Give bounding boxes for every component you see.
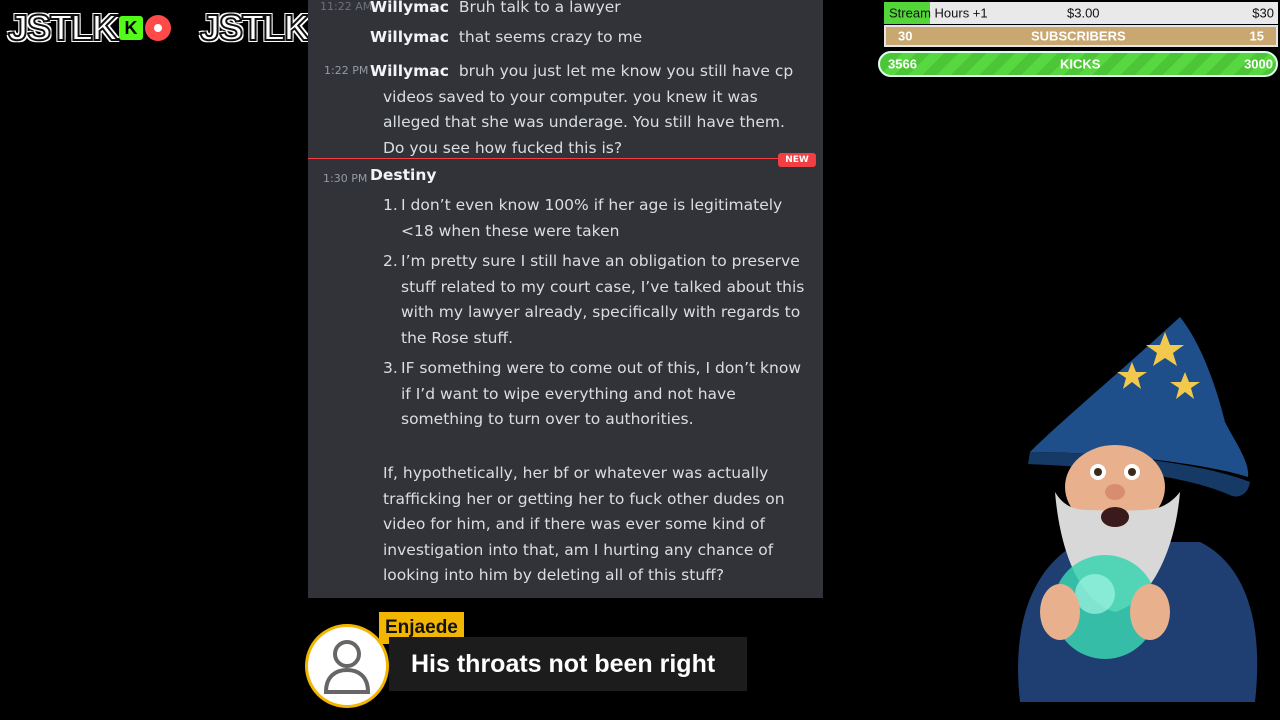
message-text: alleged that she was underage. You still…	[383, 113, 785, 131]
message-timestamp: 11:22 AM	[320, 0, 373, 13]
list-number: 2.	[383, 252, 398, 270]
goal-target: 15	[1249, 28, 1264, 44]
goal-amount: $3.00	[1067, 5, 1100, 21]
user-icon	[323, 640, 371, 694]
new-badge: NEW	[778, 153, 816, 167]
kick-logo-text: JSTLK	[7, 6, 119, 49]
twitter-logo-text: JSTLK	[199, 6, 311, 49]
stream-hours-goal-bar: Stream Hours +1 $3.00 $30	[884, 2, 1278, 24]
caption-text: His throats not been right	[389, 637, 747, 691]
goal-target: $30	[1252, 5, 1274, 21]
message-author[interactable]: Destiny	[370, 166, 436, 184]
kick-icon: K	[119, 16, 144, 40]
list-item: 1. I don’t even know 100% if her age is …	[383, 193, 813, 244]
kicks-goal-bar: 3566 KICKS 3000	[878, 51, 1278, 77]
list-item: 2. I’m pretty sure I still have an oblig…	[383, 249, 813, 351]
list-text: I don’t even know 100% if her age is leg…	[401, 196, 783, 240]
avatar	[305, 624, 389, 708]
goal-label: Stream Hours +1	[889, 5, 988, 21]
goal-target: 3000	[1244, 56, 1273, 72]
list-text: IF something were to come out of this, I…	[401, 359, 802, 428]
live-icon	[145, 15, 172, 41]
message-text: bruh you just let me know you still have…	[458, 62, 794, 80]
subscribers-goal-bar: 30 SUBSCRIBERS 15	[884, 25, 1278, 47]
wizard-mascot	[1018, 317, 1258, 702]
list-number: 1.	[383, 196, 398, 214]
chat-message: Willymac Bruh talk to a lawyer	[370, 0, 621, 16]
message-text: Do you see how fucked this is?	[383, 138, 623, 157]
new-messages-divider	[308, 158, 783, 159]
message-timestamp: 1:30 PM	[323, 172, 368, 185]
goal-label: SUBSCRIBERS	[1031, 28, 1126, 44]
goal-current: 30	[898, 28, 913, 44]
message-text: videos saved to your computer. you knew …	[383, 87, 758, 106]
kick-logo: JSTLK K	[7, 6, 172, 49]
message-paragraph: If, hypothetically, her bf or whatever w…	[383, 464, 785, 584]
message-author[interactable]: Willymac	[370, 62, 449, 80]
message-author[interactable]: Willymac	[370, 0, 449, 16]
message-author[interactable]: Willymac	[370, 28, 449, 46]
list-number: 3.	[383, 359, 398, 377]
message-list: 1. I don’t even know 100% if her age is …	[383, 193, 813, 438]
message-text: Bruh talk to a lawyer	[458, 0, 621, 16]
discord-chat-panel: 11:22 AM Willymac Bruh talk to a lawyer …	[308, 0, 823, 598]
chat-message: Willymac that seems crazy to me	[370, 28, 642, 46]
chat-message: Willymac bruh you just let me know you s…	[370, 59, 810, 161]
message-text: that seems crazy to me	[458, 28, 643, 46]
message-timestamp: 1:22 PM	[324, 64, 369, 77]
goal-current: 3566	[888, 56, 917, 72]
list-item: 3. IF something were to come out of this…	[383, 356, 813, 433]
list-text: I’m pretty sure I still have an obligati…	[401, 252, 805, 347]
goal-label: KICKS	[1060, 56, 1101, 72]
